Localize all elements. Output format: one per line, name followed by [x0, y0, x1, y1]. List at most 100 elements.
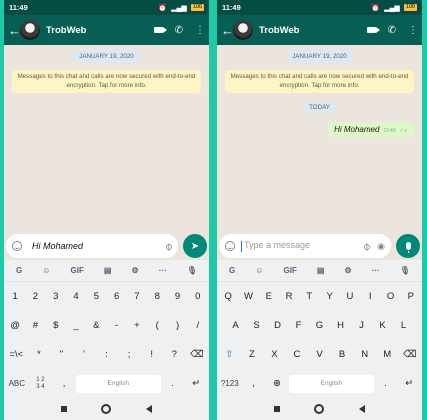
- contact-name[interactable]: TrobWeb: [259, 25, 299, 36]
- key[interactable]: Q: [218, 291, 238, 302]
- key[interactable]: &: [86, 320, 106, 331]
- key[interactable]: $: [46, 320, 66, 331]
- sticker-icon[interactable]: ☺: [255, 266, 263, 275]
- video-call-icon[interactable]: [366, 27, 380, 33]
- gif-button[interactable]: GIF: [71, 266, 84, 275]
- video-call-icon[interactable]: [153, 27, 167, 33]
- key[interactable]: C: [286, 349, 309, 360]
- key[interactable]: _: [66, 320, 86, 331]
- gif-button[interactable]: GIF: [284, 266, 297, 275]
- key[interactable]: :: [95, 349, 118, 360]
- key[interactable]: O: [380, 291, 400, 302]
- key[interactable]: Y: [319, 291, 339, 302]
- key[interactable]: !: [140, 349, 163, 360]
- key[interactable]: *: [28, 349, 51, 360]
- back-arrow-icon[interactable]: ←: [8, 23, 21, 38]
- key[interactable]: L: [393, 320, 414, 331]
- key[interactable]: V: [308, 349, 331, 360]
- comma-key[interactable]: ,: [242, 378, 266, 389]
- settings-icon[interactable]: ⚙: [132, 266, 139, 275]
- message-placeholder[interactable]: Type a message: [241, 240, 363, 252]
- settings-icon[interactable]: ⚙: [345, 266, 352, 275]
- key[interactable]: B: [331, 349, 354, 360]
- key[interactable]: 7: [127, 291, 147, 302]
- key[interactable]: @: [5, 320, 25, 331]
- message-input-value[interactable]: Hi Mohamed: [32, 241, 165, 251]
- key[interactable]: T: [299, 291, 319, 302]
- space-key[interactable]: English: [75, 374, 161, 393]
- recents-icon[interactable]: [61, 406, 68, 412]
- home-icon[interactable]: [101, 404, 112, 414]
- back-icon[interactable]: [358, 405, 365, 413]
- sticker-icon[interactable]: ☺: [42, 266, 50, 275]
- symbols-key[interactable]: 1 2 3 4: [29, 377, 53, 391]
- comma-key[interactable]: ,: [52, 378, 76, 389]
- key[interactable]: (: [147, 320, 167, 331]
- key[interactable]: H: [330, 320, 351, 331]
- more-options-icon[interactable]: ⋮: [195, 25, 205, 36]
- key[interactable]: 8: [147, 291, 167, 302]
- backspace-icon[interactable]: ⌫: [186, 349, 209, 360]
- enter-icon[interactable]: ↵: [184, 378, 208, 389]
- backspace-icon[interactable]: ⌫: [399, 349, 422, 360]
- key[interactable]: ;: [118, 349, 141, 360]
- encryption-notice[interactable]: Messages to this chat and calls are now …: [12, 70, 201, 93]
- key[interactable]: K: [372, 320, 393, 331]
- key[interactable]: 3: [46, 291, 66, 302]
- key[interactable]: I: [360, 291, 380, 302]
- key[interactable]: 1: [5, 291, 25, 302]
- key[interactable]: 4: [66, 291, 86, 302]
- voice-icon[interactable]: 🎙: [187, 266, 197, 275]
- key[interactable]: 0: [188, 291, 208, 302]
- google-icon[interactable]: G: [16, 266, 22, 275]
- voice-message-button[interactable]: [396, 234, 420, 258]
- key[interactable]: +: [127, 320, 147, 331]
- key[interactable]: =\<: [5, 349, 28, 360]
- contact-name[interactable]: TrobWeb: [46, 25, 86, 36]
- more-options-icon[interactable]: ⋮: [408, 25, 418, 36]
- globe-icon[interactable]: ⊕: [265, 378, 289, 389]
- key[interactable]: D: [267, 320, 288, 331]
- key[interactable]: 9: [167, 291, 187, 302]
- abc-key[interactable]: ABC: [5, 379, 29, 388]
- key[interactable]: U: [340, 291, 360, 302]
- camera-icon[interactable]: ◉: [377, 241, 385, 252]
- key[interactable]: M: [376, 349, 399, 360]
- phone-call-icon[interactable]: ✆: [175, 25, 183, 36]
- key[interactable]: N: [353, 349, 376, 360]
- key[interactable]: W: [238, 291, 258, 302]
- google-icon[interactable]: G: [229, 266, 235, 275]
- key[interactable]: #: [25, 320, 45, 331]
- key[interactable]: ?: [163, 349, 186, 360]
- key[interactable]: J: [351, 320, 372, 331]
- key[interactable]: 6: [106, 291, 126, 302]
- key[interactable]: Z: [241, 349, 264, 360]
- key[interactable]: ": [50, 349, 73, 360]
- key[interactable]: -: [106, 320, 126, 331]
- key[interactable]: 5: [86, 291, 106, 302]
- message-input[interactable]: Type a message ⌀ ◉: [219, 234, 391, 258]
- key[interactable]: E: [259, 291, 279, 302]
- encryption-notice[interactable]: Messages to this chat and calls are now …: [225, 70, 414, 93]
- enter-icon[interactable]: ↵: [397, 378, 421, 389]
- key[interactable]: /: [188, 320, 208, 331]
- send-button[interactable]: ➤: [183, 234, 207, 258]
- shift-icon[interactable]: ⇧: [218, 349, 241, 360]
- symbols-key[interactable]: ?123: [218, 379, 242, 388]
- key[interactable]: G: [309, 320, 330, 331]
- avatar[interactable]: [233, 20, 253, 40]
- key[interactable]: ): [167, 320, 187, 331]
- key[interactable]: X: [263, 349, 286, 360]
- recents-icon[interactable]: [274, 406, 281, 412]
- back-icon[interactable]: [145, 405, 152, 413]
- key[interactable]: A: [225, 320, 246, 331]
- emoji-icon[interactable]: [12, 241, 22, 251]
- voice-icon[interactable]: 🎙: [400, 266, 410, 275]
- back-arrow-icon[interactable]: ←: [221, 23, 234, 38]
- home-icon[interactable]: [314, 404, 325, 414]
- clipboard-icon[interactable]: ▤: [104, 266, 112, 275]
- phone-call-icon[interactable]: ✆: [388, 25, 396, 36]
- space-key[interactable]: English: [288, 374, 374, 393]
- clipboard-icon[interactable]: ▤: [317, 266, 325, 275]
- more-icon[interactable]: ···: [159, 266, 167, 275]
